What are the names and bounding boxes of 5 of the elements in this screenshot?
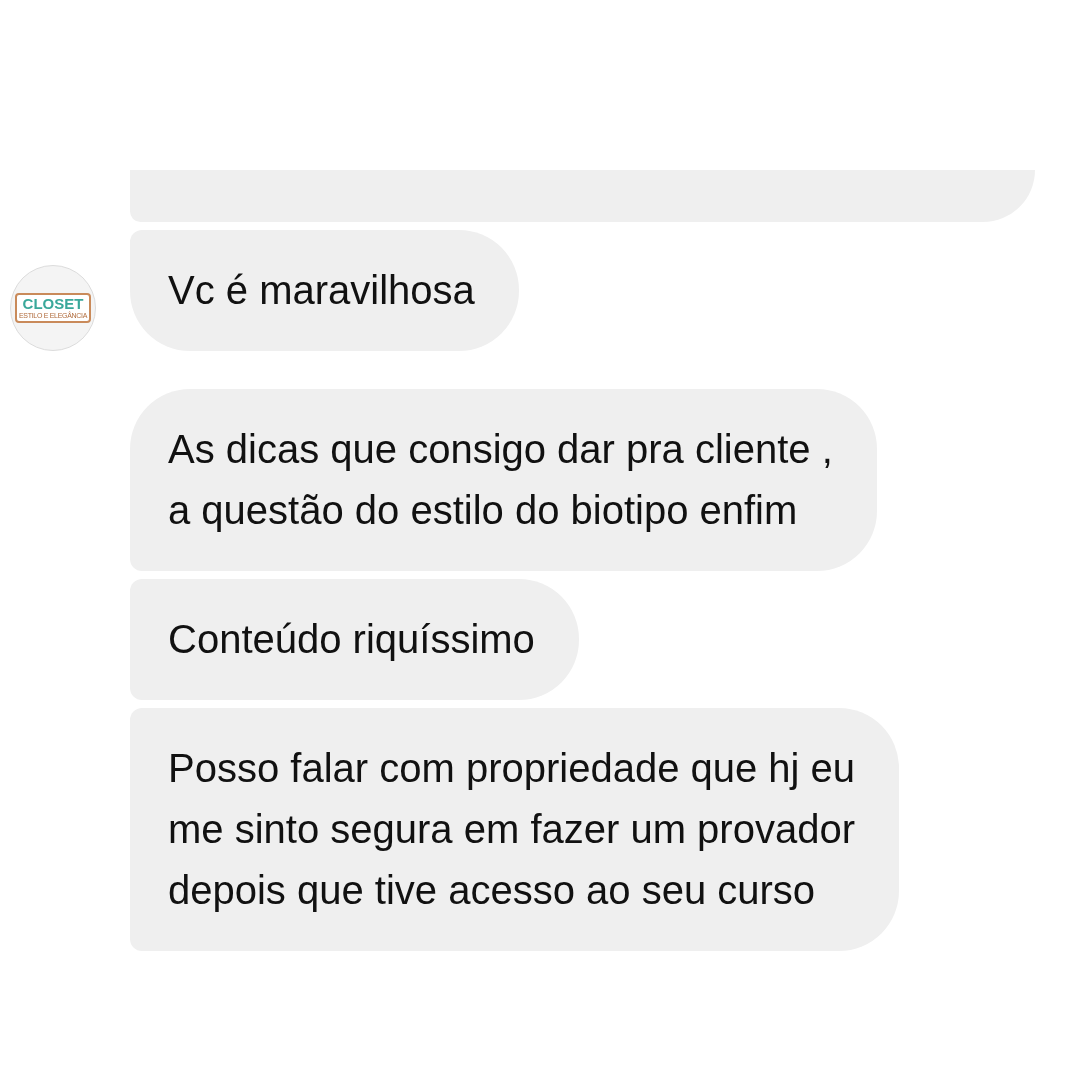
message-text: As dicas que consigo dar pra cliente , a questão do estilo do biotipo enfim	[168, 426, 833, 534]
message-text: Conteúdo riquíssimo	[168, 616, 535, 663]
message-text: Vc é maravilhosa	[168, 267, 475, 314]
logo-text: CLOSET	[22, 296, 84, 312]
message-text: Posso falar com propriedade que hj eu me sinto segura em fazer um provador depois que tive acesso ao seu curso	[168, 745, 856, 914]
